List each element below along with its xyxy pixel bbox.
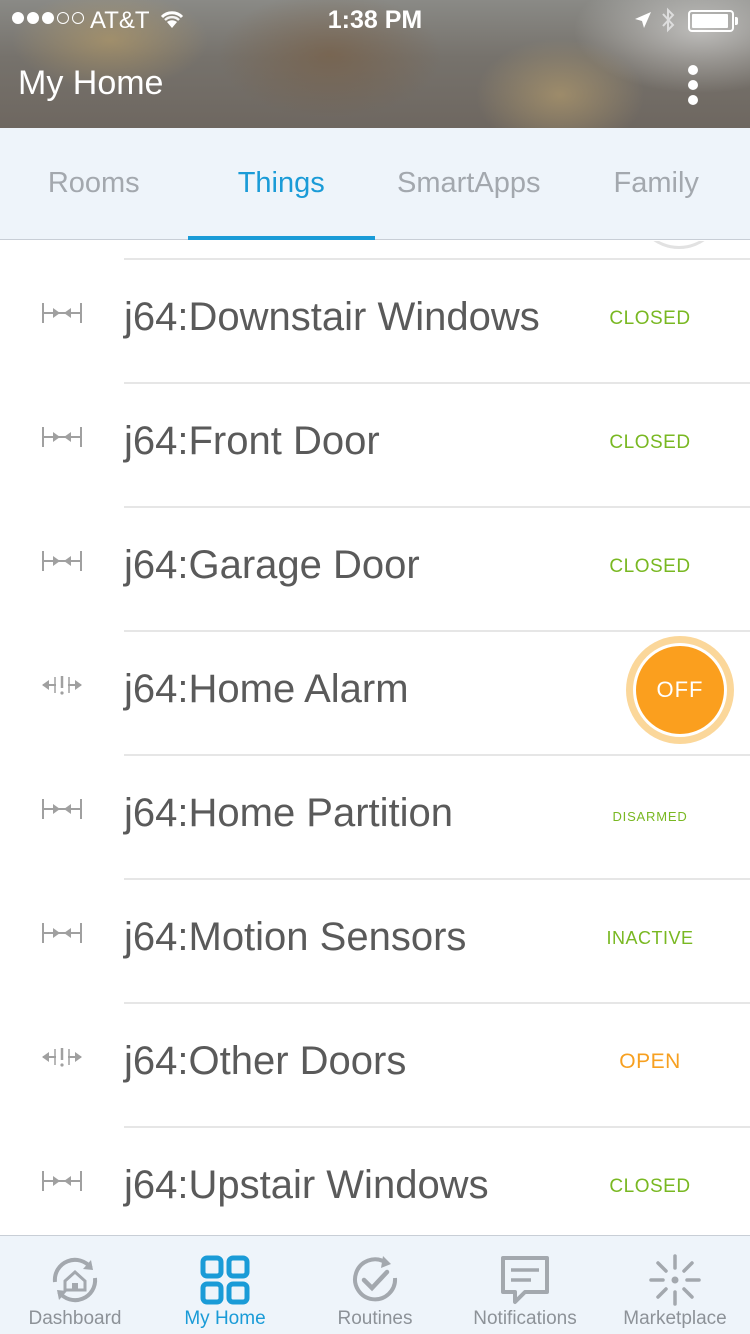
divider <box>124 878 750 880</box>
tab-bar: Rooms Things SmartApps Family <box>0 128 750 240</box>
location-arrow-icon <box>635 12 651 28</box>
list-item[interactable]: j64:Other Doors OPEN <box>0 1002 750 1126</box>
nav-routines[interactable]: Routines <box>300 1236 450 1334</box>
arrows-outward-alert-icon <box>42 676 82 695</box>
arrows-inward-icon <box>42 1171 82 1191</box>
more-vertical-icon[interactable] <box>676 60 710 110</box>
grid-icon <box>200 1255 250 1305</box>
status-badge: CLOSED <box>609 556 691 577</box>
divider <box>124 258 750 260</box>
routine-check-icon <box>353 1256 398 1302</box>
partial-status-circle <box>634 241 724 249</box>
list-item[interactable]: j64:Motion Sensors INACTIVE <box>0 878 750 1002</box>
list-item[interactable]: j64:Downstair Windows CLOSED <box>0 258 750 382</box>
list-item[interactable]: j64:Front Door CLOSED <box>0 382 750 506</box>
tab-rooms[interactable]: Rooms <box>0 128 188 239</box>
notifications-message-icon <box>501 1256 549 1304</box>
divider <box>124 1002 750 1004</box>
bottom-nav: Dashboard My Home Routines Notifications <box>0 1235 750 1334</box>
thing-name: j64:Upstair Windows <box>124 1163 489 1207</box>
arrows-inward-icon <box>42 427 82 447</box>
nav-my-home[interactable]: My Home <box>150 1236 300 1334</box>
list-item[interactable]: j64:Home Alarm OFF <box>0 630 750 754</box>
divider <box>124 382 750 384</box>
thing-name: j64:Home Alarm <box>124 667 409 711</box>
list-item[interactable]: j64:Upstair Windows CLOSED <box>0 1126 750 1235</box>
thing-name: j64:Front Door <box>124 419 380 463</box>
bluetooth-icon <box>662 7 675 33</box>
arrows-inward-icon <box>42 551 82 571</box>
things-list: j64:Downstair Windows CLOSED j64:Front D… <box>0 241 750 1235</box>
divider <box>124 754 750 756</box>
header: AT&T 1:38 PM My Home <box>0 0 750 128</box>
arrows-inward-icon <box>42 303 82 323</box>
status-badge: CLOSED <box>609 308 691 329</box>
tab-things[interactable]: Things <box>187 128 376 240</box>
arrows-inward-icon <box>42 923 82 943</box>
divider <box>124 506 750 508</box>
thing-name: j64:Garage Door <box>124 543 420 587</box>
status-badge: CLOSED <box>609 1176 691 1197</box>
divider <box>124 1126 750 1128</box>
alarm-status: OFF <box>633 643 727 737</box>
thing-name: j64:Motion Sensors <box>124 915 467 959</box>
thing-name: j64:Home Partition <box>124 791 454 835</box>
dashboard-home-icon <box>52 1257 98 1303</box>
battery-icon <box>688 10 738 32</box>
status-badge: DISARMED <box>612 809 688 824</box>
nav-dashboard[interactable]: Dashboard <box>0 1236 150 1334</box>
tab-smartapps[interactable]: SmartApps <box>375 128 563 239</box>
tab-family[interactable]: Family <box>563 128 750 239</box>
arrows-outward-alert-icon <box>42 1048 82 1067</box>
nav-notifications[interactable]: Notifications <box>450 1236 600 1334</box>
thing-name: j64:Other Doors <box>124 1039 407 1083</box>
status-badge: CLOSED <box>609 432 691 453</box>
status-bar: AT&T 1:38 PM <box>0 0 750 40</box>
list-item[interactable]: j64:Garage Door CLOSED <box>0 506 750 630</box>
page-title: My Home <box>18 64 164 102</box>
status-badge: INACTIVE <box>606 928 694 948</box>
status-badge: OPEN <box>619 1050 681 1073</box>
thing-name: j64:Downstair Windows <box>124 295 540 339</box>
alarm-toggle-button[interactable]: OFF <box>626 636 734 744</box>
divider <box>124 630 750 632</box>
marketplace-burst-icon <box>649 1254 701 1306</box>
arrows-inward-icon <box>42 799 82 819</box>
nav-marketplace[interactable]: Marketplace <box>600 1236 750 1334</box>
list-item[interactable]: j64:Home Partition DISARMED <box>0 754 750 878</box>
